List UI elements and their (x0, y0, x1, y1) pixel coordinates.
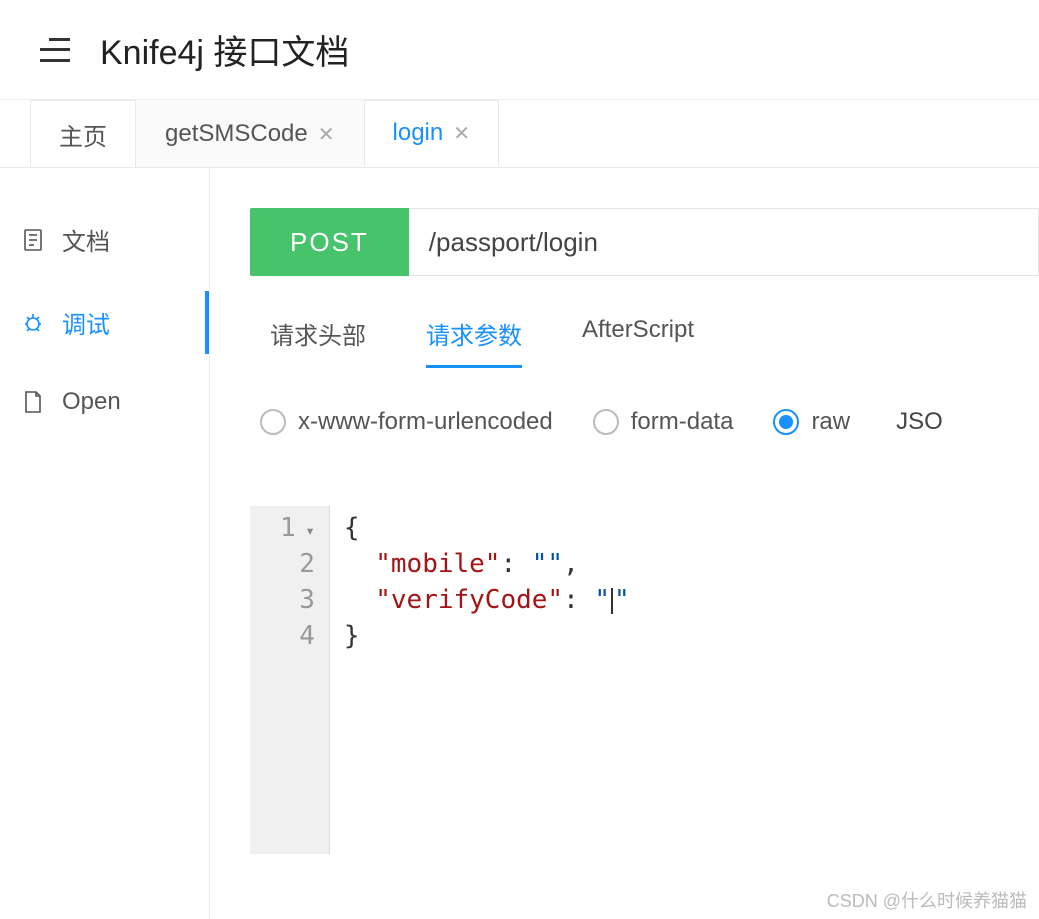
tab-label: getSMSCode (165, 120, 308, 148)
watermark: CSDN @什么时候养猫猫 (827, 887, 1027, 913)
code-value: " (594, 585, 610, 615)
body-format-label[interactable]: JSO (896, 408, 943, 436)
menu-toggle-icon[interactable] (40, 38, 70, 62)
code-text: , (563, 549, 579, 579)
radio-label: form-data (631, 408, 734, 436)
subtab-headers[interactable]: 请求头部 (270, 316, 366, 368)
code-key: "mobile" (375, 549, 500, 579)
sidebar: 文档 调试 Open (0, 168, 210, 919)
main-panel: POST /passport/login 请求头部 请求参数 AfterScri… (210, 168, 1039, 919)
request-line: POST /passport/login (250, 208, 1039, 276)
sidebar-item-label: 文档 (62, 222, 110, 257)
close-icon[interactable]: ✕ (453, 121, 470, 146)
radio-label: x-www-form-urlencoded (298, 408, 553, 436)
radio-raw[interactable]: raw (773, 408, 850, 436)
body: 文档 调试 Open POST /passport/login 请求头部 请求参… (0, 168, 1039, 919)
code-value: " (614, 585, 630, 615)
request-subtabs: 请求头部 请求参数 AfterScript (250, 316, 1039, 368)
subtab-params[interactable]: 请求参数 (426, 316, 522, 368)
tab-login[interactable]: login ✕ (364, 100, 499, 167)
tab-home[interactable]: 主页 (30, 100, 136, 167)
code-key: "verifyCode" (375, 585, 563, 615)
app-title: Knife4j 接口文档 (100, 25, 349, 74)
text-cursor (611, 588, 613, 614)
json-editor[interactable]: 1 2 3 4 { "mobile": "", "verifyCode": ""… (250, 506, 1039, 854)
page-tabs: 主页 getSMSCode ✕ login ✕ (0, 100, 1039, 168)
radio-form-data[interactable]: form-data (593, 408, 734, 436)
request-path-text: /passport/login (429, 227, 598, 258)
body-type-radios: x-www-form-urlencoded form-data raw JSO (250, 408, 1039, 436)
radio-form-urlencoded[interactable]: x-www-form-urlencoded (260, 408, 553, 436)
line-number: 1 (280, 510, 315, 546)
http-method-badge[interactable]: POST (250, 208, 409, 276)
sidebar-item-doc[interactable]: 文档 (0, 198, 209, 281)
app-header: Knife4j 接口文档 (0, 0, 1039, 100)
line-number: 3 (280, 582, 315, 618)
sidebar-item-debug[interactable]: 调试 (0, 281, 209, 364)
code-text: { (344, 513, 360, 543)
tab-label: login (393, 119, 444, 147)
code-text: : (563, 585, 594, 615)
line-number: 2 (280, 546, 315, 582)
sidebar-item-open[interactable]: Open (0, 364, 209, 440)
editor-code[interactable]: { "mobile": "", "verifyCode": "" } (330, 506, 1039, 854)
close-icon[interactable]: ✕ (318, 122, 335, 147)
document-icon (22, 229, 44, 251)
radio-icon (593, 409, 619, 435)
code-value: "" (532, 549, 563, 579)
radio-icon (260, 409, 286, 435)
radio-icon (773, 409, 799, 435)
line-number: 4 (280, 618, 315, 654)
tab-label: 主页 (59, 117, 107, 152)
code-text: : (500, 549, 531, 579)
file-icon (22, 391, 44, 413)
sidebar-item-label: 调试 (62, 305, 110, 340)
tab-getsmscode[interactable]: getSMSCode ✕ (136, 100, 364, 167)
editor-gutter: 1 2 3 4 (250, 506, 330, 854)
bug-icon (22, 312, 44, 334)
request-path-input[interactable]: /passport/login (409, 208, 1039, 276)
code-text: } (344, 621, 360, 651)
radio-label: raw (811, 408, 850, 436)
subtab-afterscript[interactable]: AfterScript (582, 316, 694, 368)
sidebar-item-label: Open (62, 388, 121, 416)
